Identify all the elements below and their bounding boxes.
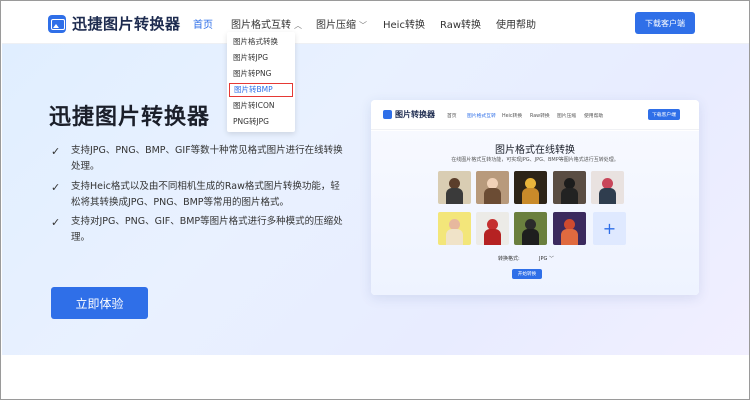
format-convert-dropdown: 图片格式转换 图片转JPG 图片转PNG 图片转BMP 图片转ICON PNG转… <box>227 32 295 132</box>
nav-format-convert-label: 图片格式互转 <box>231 20 291 31</box>
sample-image-thumbnail <box>476 212 509 245</box>
nav-raw-label: Raw转换 <box>440 20 482 31</box>
try-now-button[interactable]: 立即体验 <box>51 287 148 319</box>
preview-logo-text: 图片转换器 <box>395 110 435 119</box>
check-icon: ✓ <box>51 181 61 194</box>
page-bottom <box>2 355 749 399</box>
nav-home[interactable]: 首页 <box>193 16 213 31</box>
sample-image-thumbnail <box>514 212 547 245</box>
check-icon: ✓ <box>51 216 61 229</box>
chevron-down-icon: ﹀ <box>548 256 554 262</box>
nav-help-label: 使用帮助 <box>496 20 536 31</box>
preview-nav-item: 首页 <box>447 114 457 119</box>
preview-title: 图片格式在线转换 <box>495 145 575 156</box>
site-header: 迅捷图片转换器 首页 图片格式互转 ︿ 图片压缩 ﹀ Heic转换 Raw转换 使用… <box>2 2 749 44</box>
plus-icon: + <box>593 212 626 245</box>
preview-nav-item: Heic转换 <box>502 114 523 119</box>
preview-nav-item: 图片格式互转 <box>467 114 496 119</box>
chevron-down-icon: ﹀ <box>359 21 367 30</box>
sample-image-thumbnail <box>591 171 624 204</box>
preview-nav-item: 图片压缩 <box>557 114 577 119</box>
feature-item: ✓ 支持对JPG、PNG、GIF、BMP等图片格式进行多种模式的压缩处理。 <box>51 214 343 246</box>
feature-text: 支持Heic格式以及由不同相机生成的Raw格式图片转换功能，轻松将其转换成JPG… <box>71 181 340 208</box>
preview-format-select: JPG ﹀ <box>539 255 554 262</box>
logo-text: 迅捷图片转换器 <box>72 15 181 33</box>
nav-heic-label: Heic转换 <box>383 20 425 31</box>
sample-image-thumbnail <box>514 171 547 204</box>
preview-format-value: JPG <box>539 256 548 262</box>
preview-nav-item: 使用帮助 <box>584 114 604 119</box>
preview-subtitle: 在线图片格式互转功能，可实现JPG、JPG、BMP等图片格式进行互转处理。 <box>451 157 619 163</box>
chevron-up-icon: ︿ <box>294 21 302 30</box>
dropdown-item-to-icon[interactable]: 图片转ICON <box>229 99 293 113</box>
hero-title: 迅捷图片转换器 <box>49 105 211 130</box>
nav-raw[interactable]: Raw转换 <box>440 16 481 31</box>
nav-compress-label: 图片压缩 <box>316 20 356 31</box>
preview-logo-icon <box>383 110 392 119</box>
preview-download-button: 下载客户端 <box>648 109 680 120</box>
preview-header: 图片转换器 首页 图片格式互转 Heic转换 Raw转换 图片压缩 使用帮助 下… <box>371 100 699 130</box>
sample-image-thumbnail <box>438 212 471 245</box>
feature-text: 支持JPG、PNG、BMP、GIF等数十种常见格式图片进行在线转换处理。 <box>71 145 343 172</box>
dropdown-item-png-to-jpg[interactable]: PNG转JPG <box>229 115 293 129</box>
nav-heic[interactable]: Heic转换 <box>383 16 425 31</box>
sample-image-thumbnail <box>438 171 471 204</box>
preview-format-label: 转换格式: <box>498 256 520 262</box>
preview-start-button: 开始转换 <box>512 269 542 279</box>
nav-help[interactable]: 使用帮助 <box>496 16 536 31</box>
dropdown-item-format-convert[interactable]: 图片格式转换 <box>229 35 293 49</box>
preview-nav-item: Raw转换 <box>530 114 550 119</box>
sample-image-thumbnail <box>553 212 586 245</box>
dropdown-item-to-png[interactable]: 图片转PNG <box>229 67 293 81</box>
nav-home-label: 首页 <box>193 20 213 31</box>
sample-image-thumbnail <box>476 171 509 204</box>
site-logo[interactable]: 迅捷图片转换器 <box>48 13 181 34</box>
download-client-button[interactable]: 下载客户端 <box>635 12 695 34</box>
feature-item: ✓ 支持Heic格式以及由不同相机生成的Raw格式图片转换功能，轻松将其转换成J… <box>51 179 341 211</box>
feature-item: ✓ 支持JPG、PNG、BMP、GIF等数十种常见格式图片进行在线转换处理。 <box>51 143 343 175</box>
check-icon: ✓ <box>51 145 61 158</box>
dropdown-item-to-bmp[interactable]: 图片转BMP <box>229 83 293 97</box>
image-logo-icon <box>48 14 66 33</box>
feature-text: 支持对JPG、PNG、GIF、BMP等图片格式进行多种模式的压缩处理。 <box>71 216 343 243</box>
dropdown-item-to-jpg[interactable]: 图片转JPG <box>229 51 293 65</box>
browser-frame: 迅捷图片转换器 首页 图片格式互转 ︿ 图片压缩 ﹀ Heic转换 Raw转换 使用… <box>0 0 750 400</box>
nav-format-convert[interactable]: 图片格式互转 ︿ <box>231 16 302 31</box>
sample-image-thumbnail <box>553 171 586 204</box>
nav-compress[interactable]: 图片压缩 ﹀ <box>316 16 367 31</box>
